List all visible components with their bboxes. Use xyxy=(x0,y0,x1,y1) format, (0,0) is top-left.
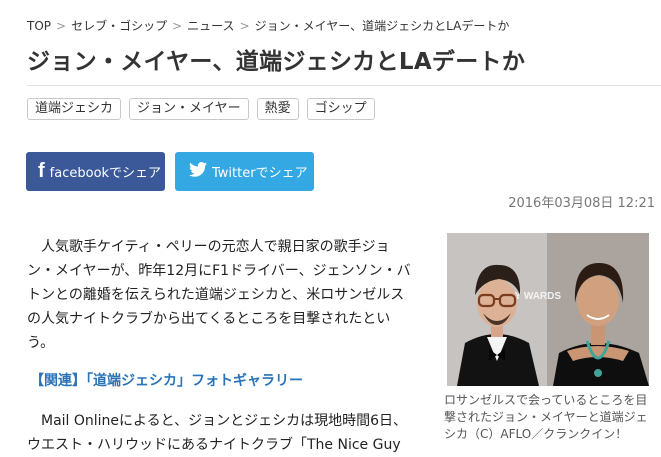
breadcrumb: TOP > セレブ・ゴシップ > ニュース > ジョン・メイヤー、道端ジェシカとLAデートか xyxy=(27,17,509,34)
title-divider xyxy=(27,85,661,86)
breadcrumb-news[interactable]: ニュース xyxy=(187,19,234,33)
breadcrumb-celeb-gossip[interactable]: セレブ・ゴシップ xyxy=(71,19,167,33)
article-paragraph-2: Mail Onlineによると、ジョンとジェシカは現地時間6日、ウエスト・ハリウ… xyxy=(27,409,414,457)
facebook-share-button[interactable]: f facebookでシェア xyxy=(26,152,165,191)
tag-michibata-jessica[interactable]: 道端ジェシカ xyxy=(27,98,122,120)
photo-illustration: AMY WARDS xyxy=(447,233,649,386)
article-title: ジョン・メイヤー、道端ジェシカとLAデートか xyxy=(27,49,526,75)
article-paragraph-text: 人気歌手ケイティ・ペリーの元恋人で親日家の歌手ジョン・メイヤーが、昨年12月にF… xyxy=(27,239,411,351)
article-photo[interactable]: AMY WARDS xyxy=(447,233,649,386)
tag-romance[interactable]: 熱愛 xyxy=(256,98,299,120)
twitter-icon xyxy=(189,162,207,181)
breadcrumb-separator: > xyxy=(56,19,67,33)
article-body-2: Mail Onlineによると、ジョンとジェシカは現地時間6日、ウエスト・ハリウ… xyxy=(27,409,414,457)
twitter-share-label: Twitterでシェア xyxy=(212,166,308,181)
breadcrumb-separator: > xyxy=(172,19,183,33)
photo-caption: ロサンゼルスで会っているところを目撃されたジョン・メイヤーと道端ジェシカ（C）A… xyxy=(444,393,648,441)
breadcrumb-separator: > xyxy=(239,19,250,33)
article-paragraph: 人気歌手ケイティ・ペリーの元恋人で親日家の歌手ジョン・メイヤーが、昨年12月にF… xyxy=(27,235,414,355)
article-paragraph-2-text: Mail Onlineによると、ジョンとジェシカは現地時間6日、ウエスト・ハリウ… xyxy=(27,413,407,453)
facebook-share-label: facebookでシェア xyxy=(49,166,162,181)
facebook-icon: f xyxy=(38,160,45,182)
breadcrumb-current: ジョン・メイヤー、道端ジェシカとLAデートか xyxy=(254,19,510,33)
twitter-share-button[interactable]: Twitterでシェア xyxy=(175,152,314,191)
related-gallery-link[interactable]: 【関連】「道端ジェシカ」フォトギャラリー xyxy=(30,370,303,390)
publish-date: 2016年03月08日 12:21 xyxy=(508,196,655,211)
article-body: 人気歌手ケイティ・ペリーの元恋人で親日家の歌手ジョン・メイヤーが、昨年12月にF… xyxy=(27,235,414,355)
tag-gossip[interactable]: ゴシップ xyxy=(306,98,375,120)
tag-list: 道端ジェシカ ジョン・メイヤー 熱愛 ゴシップ xyxy=(27,98,375,120)
tag-john-mayer[interactable]: ジョン・メイヤー xyxy=(129,98,249,120)
breadcrumb-top[interactable]: TOP xyxy=(27,19,51,33)
